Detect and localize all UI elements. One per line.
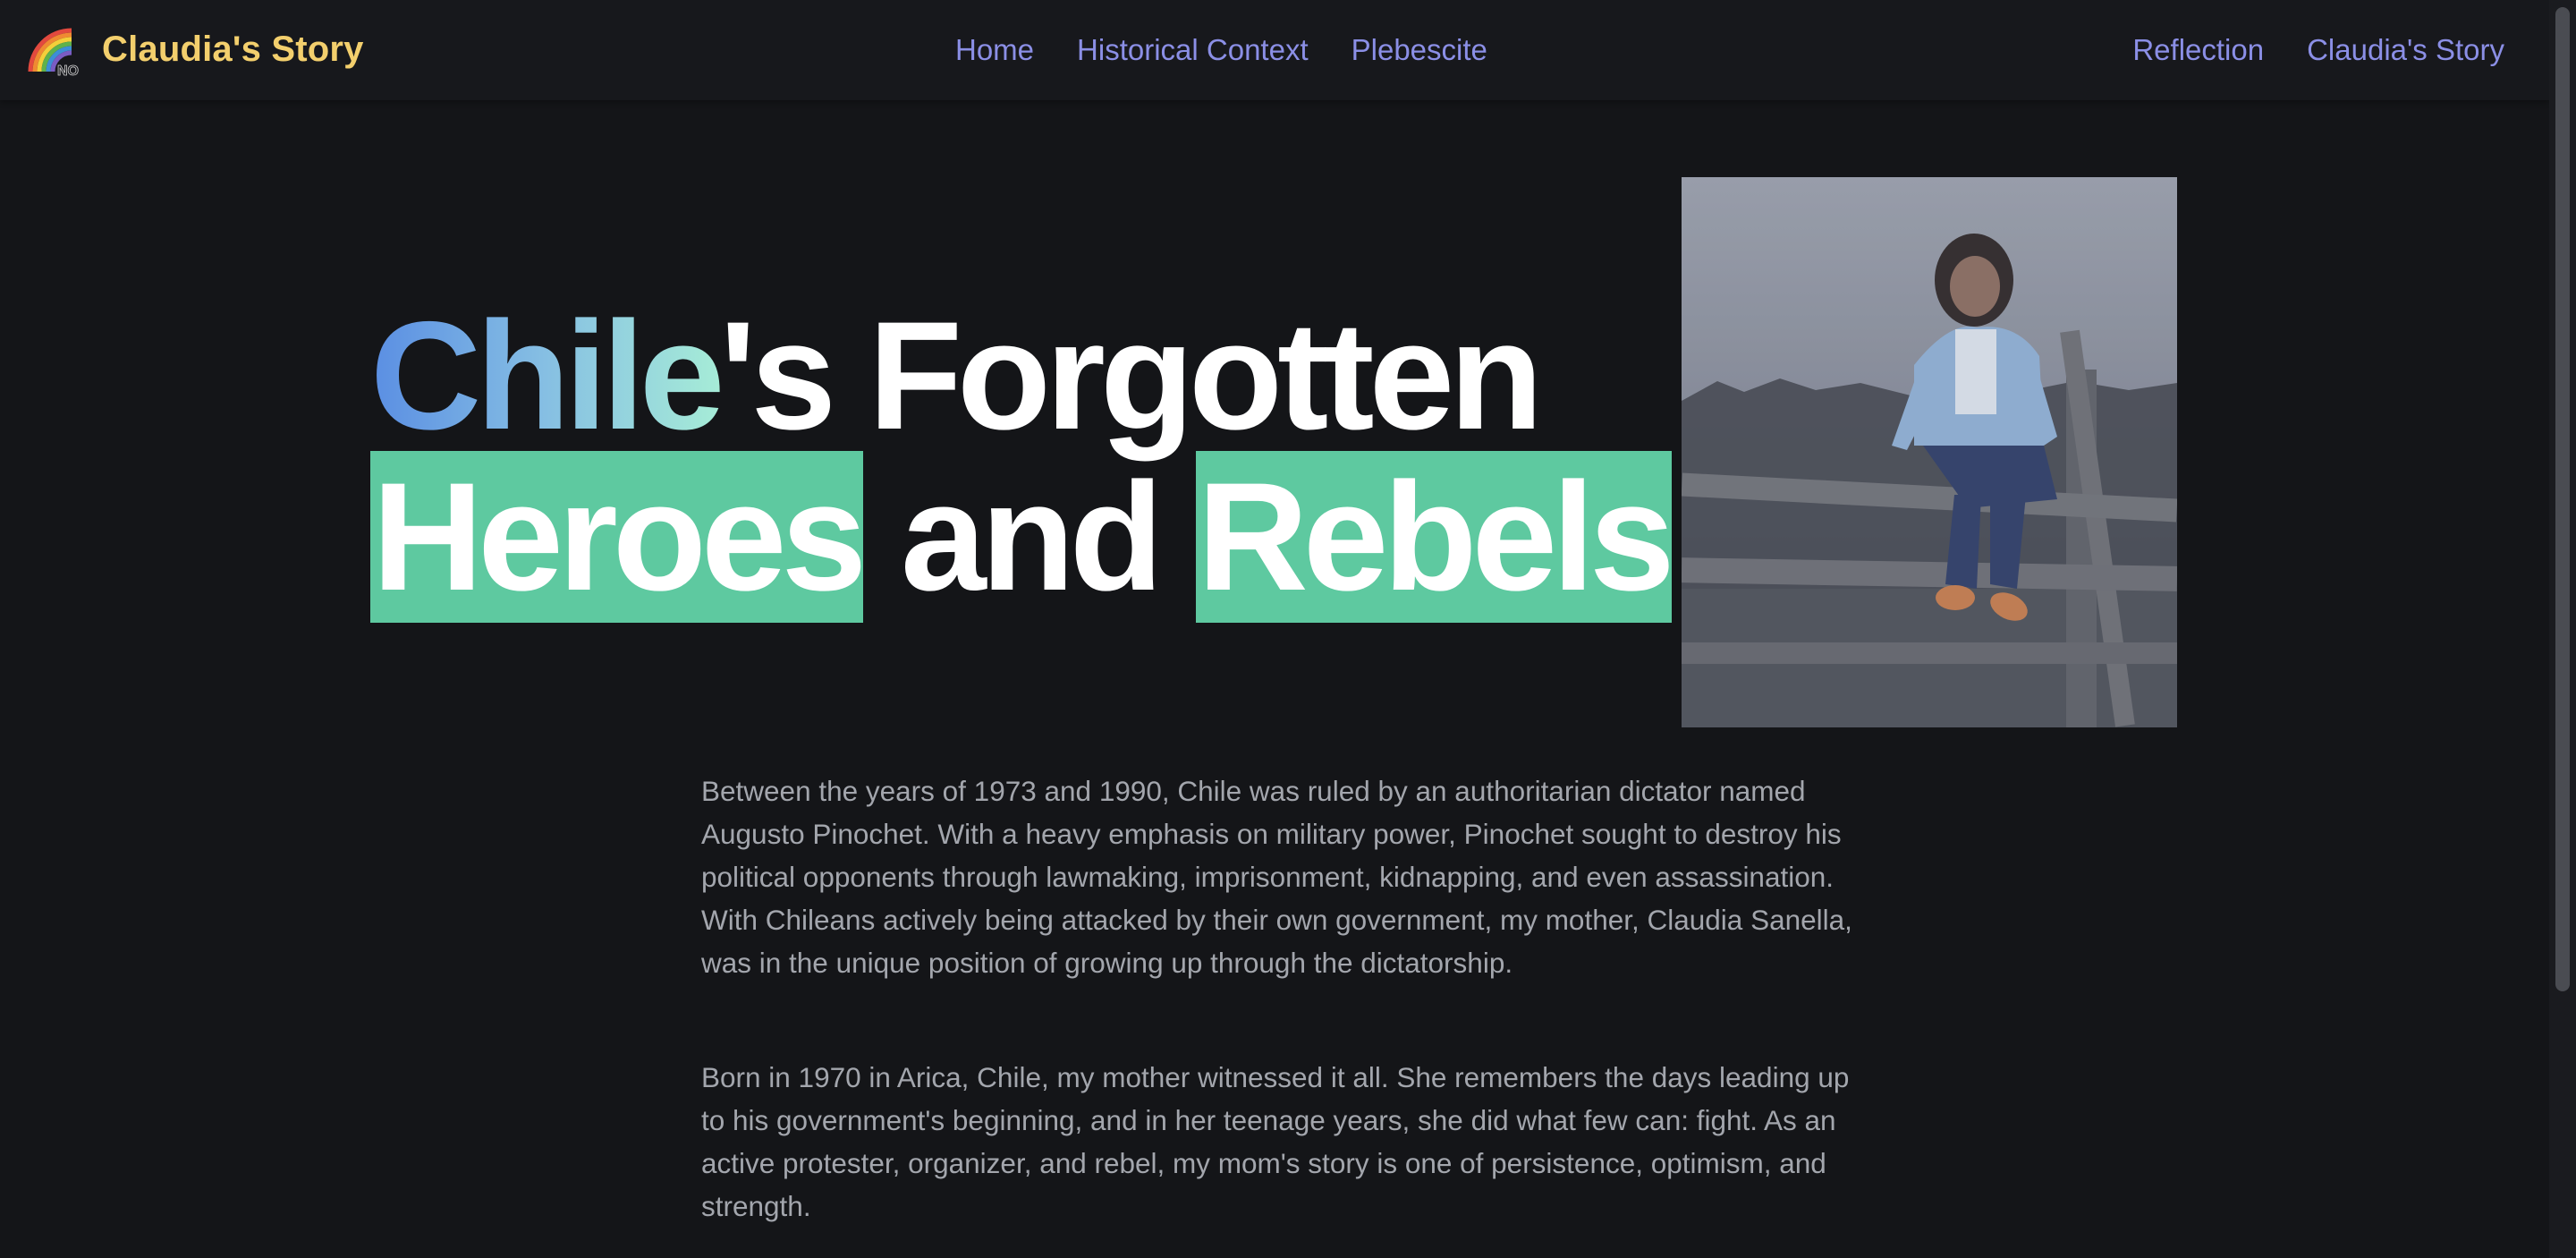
hero-photo-claudia-on-fence (1682, 177, 2177, 727)
hero-title-forgotten: 's Forgotten (719, 290, 1544, 462)
nav-center-links: Home Historical Context Plebescite (955, 0, 1487, 100)
intro-paragraph-2: Born in 1970 in Arica, Chile, my mother … (701, 1061, 1850, 1222)
nav-link-historical-context[interactable]: Historical Context (1077, 33, 1309, 67)
hero-title-line-2: Heroes and Rebels (370, 451, 1675, 623)
nav-right-links: Reflection Claudia's Story (2132, 0, 2504, 100)
brand-name: Claudia's Story (102, 29, 364, 69)
hero-title-line-1: Chile's Forgotten (370, 295, 1672, 456)
hero-title-and: and (863, 451, 1196, 623)
nav-link-reflection[interactable]: Reflection (2132, 33, 2264, 67)
hero-title: Chile's Forgotten Heroes and Rebels (370, 295, 1675, 623)
top-navbar: NO Claudia's Story Home Historical Conte… (0, 0, 2549, 100)
logo-no-text: NO (57, 64, 79, 79)
nav-link-home[interactable]: Home (955, 33, 1034, 67)
hero-title-heroes-highlight: Heroes (370, 451, 867, 623)
hero-title-chile: Chile (370, 290, 725, 462)
scrollbar-thumb[interactable] (2555, 7, 2570, 991)
intro-content: Between the years of 1973 and 1990, Chil… (701, 769, 1855, 1258)
page: NO Claudia's Story Home Historical Conte… (0, 0, 2576, 1258)
page-scrollbar[interactable] (2549, 0, 2576, 1258)
nav-link-plebescite[interactable]: Plebescite (1352, 33, 1487, 67)
nav-link-claudias-story[interactable]: Claudia's Story (2307, 33, 2504, 67)
intro-paragraph-1: Between the years of 1973 and 1990, Chil… (701, 775, 1852, 979)
hero-title-rebels-highlight: Rebels (1195, 451, 1675, 623)
rainbow-no-logo-icon: NO (27, 20, 86, 79)
brand-home-link[interactable]: NO Claudia's Story (27, 20, 364, 79)
